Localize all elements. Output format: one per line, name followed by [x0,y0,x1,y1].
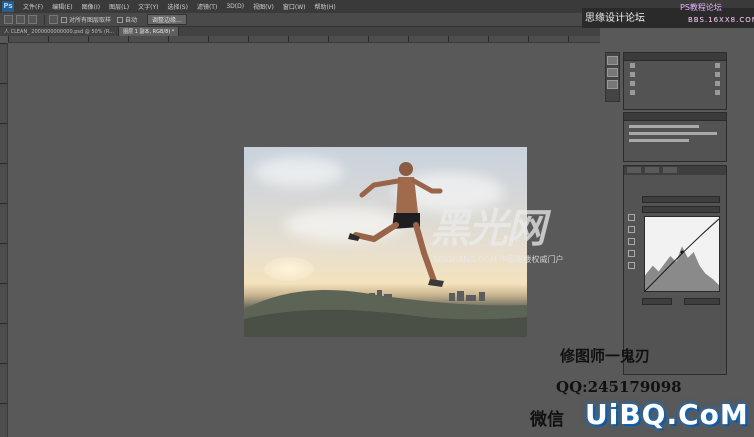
menu-item-type[interactable]: 文字(Y) [138,2,158,11]
photoshop-logo-icon: Ps [2,1,14,12]
tab-adjustments[interactable] [645,167,659,173]
channel-select[interactable] [642,206,720,213]
photoshop-window: Ps 文件(F) 编辑(E) 图像(I) 图层(L) 文字(Y) 选择(S) 滤… [0,0,754,437]
jumping-man-figure [348,162,444,287]
selection-mode-icon[interactable] [49,15,58,24]
canvas-photo[interactable] [244,147,527,337]
info-value [715,90,720,95]
document-tab-active[interactable]: 图层 1 副本, RGB/8) * [119,27,180,36]
info-value [630,72,635,77]
text-line [629,132,717,135]
menu-item-image[interactable]: 图像(I) [82,2,100,11]
sample-all-label: 对所有图层取样 [69,17,112,24]
horizontal-ruler[interactable] [8,36,600,43]
properties-tabs [624,166,726,175]
tab-properties[interactable] [627,167,641,173]
adjustments-icon[interactable] [607,80,618,89]
output-value-field[interactable] [684,298,720,305]
history-icon[interactable] [607,56,618,65]
cloud [254,157,344,187]
menu-item-layer[interactable]: 图层(L) [109,2,129,11]
brush-tool-icon[interactable] [4,15,13,24]
sample-all-checkbox[interactable] [61,16,67,23]
refine-edge-button[interactable]: 调整边缘... [147,14,187,25]
caption-wechat: 微信 [530,410,564,430]
notes-panel [623,112,727,162]
text-line [629,125,699,128]
eyedropper-icon[interactable] [628,214,635,221]
menu-item-view[interactable]: 视图(V) [253,2,274,11]
info-panel [623,52,727,110]
text-line [629,139,689,142]
info-value [715,72,720,77]
info-value [630,81,635,86]
info-value [630,63,635,68]
smooth-icon[interactable] [628,262,635,269]
curve-tools [628,214,638,274]
menu-item-window[interactable]: 窗口(W) [283,2,306,11]
caption-author: 修图师一鬼刃 [560,347,651,365]
input-value-field[interactable] [642,298,672,305]
panel-header[interactable] [624,113,726,121]
menu-item-select[interactable]: 选择(S) [167,2,188,11]
divider [44,14,45,25]
eyedropper-icon[interactable] [628,226,635,233]
auto-enhance-label: 自动 [125,17,138,24]
document-tab[interactable]: 人 CLEAN_ 2000000000000.psd @ 50% (R... [0,27,120,36]
eyedropper-icon[interactable] [628,238,635,245]
menu-item-3d[interactable]: 3D(D) [226,3,244,10]
properties-icon[interactable] [607,68,618,77]
vertical-ruler[interactable] [0,43,8,437]
caption-qq: QQ:245179098 [556,378,682,396]
brush-preset-icon[interactable] [16,15,25,24]
auto-enhance-checkbox[interactable] [117,16,124,23]
pencil-icon[interactable] [628,250,635,257]
menu-item-filter[interactable]: 滤镜(T) [197,2,217,11]
site-ps-label: PS教程论坛 [680,3,722,12]
preset-select[interactable] [642,196,720,203]
panel-header[interactable] [624,53,726,61]
menu-item-file[interactable]: 文件(F) [23,2,43,11]
site-url: BBS.16XX8.COM [688,16,754,24]
document-tab-bar: 人 CLEAN_ 2000000000000.psd @ 50% (R... 图… [0,27,600,36]
menu-item-help[interactable]: 帮助(H) [315,2,336,11]
brand-logo: UiBQ.CoM [585,398,749,431]
curves-properties-panel [623,165,727,375]
info-value [630,90,635,95]
panel-icon-strip [605,52,620,102]
curves-graph[interactable] [644,216,720,292]
site-name: 思缘设计论坛 [585,13,645,24]
info-value [715,81,720,86]
tab-channels[interactable] [663,167,677,173]
mode-icon[interactable] [28,15,37,24]
info-value [715,63,720,68]
sun-glow [264,257,314,281]
menu-item-edit[interactable]: 编辑(E) [52,2,72,11]
